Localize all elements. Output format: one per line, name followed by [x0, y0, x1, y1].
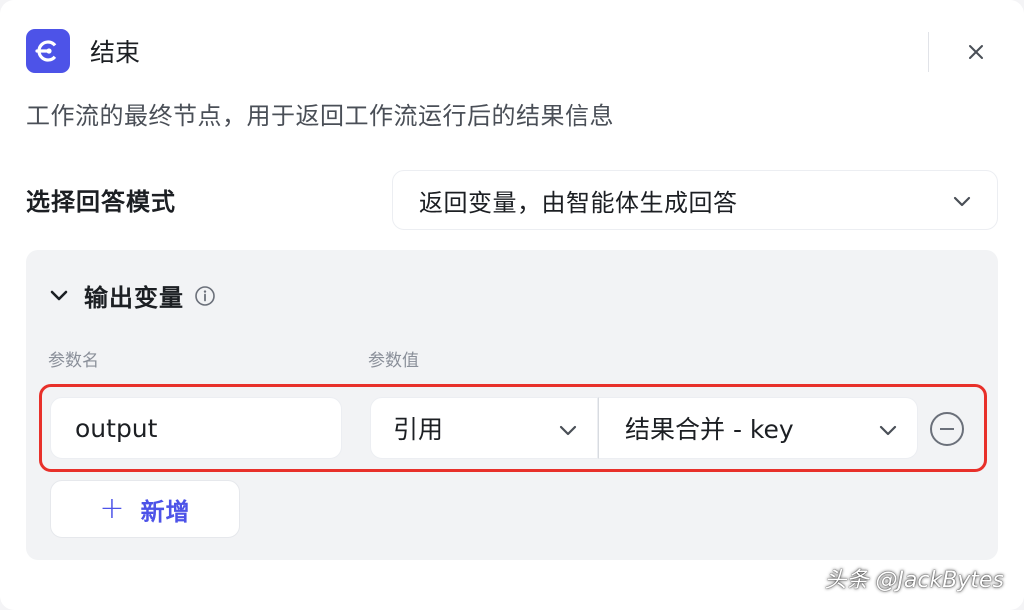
- param-name-input[interactable]: output: [50, 397, 342, 459]
- chevron-down-icon: [879, 425, 897, 436]
- header-divider: [928, 32, 929, 72]
- chevron-down-icon: [559, 425, 577, 436]
- chevron-down-icon: [50, 290, 68, 300]
- close-button[interactable]: [962, 38, 990, 66]
- answer-mode-select[interactable]: 返回变量，由智能体生成回答: [392, 170, 998, 230]
- column-header-name: 参数名: [48, 351, 99, 371]
- add-variable-button[interactable]: + 新增: [50, 480, 240, 538]
- answer-mode-value: 返回变量，由智能体生成回答: [419, 188, 738, 217]
- answer-mode-label: 选择回答模式: [26, 188, 176, 216]
- output-variables-section: 输出变量 参数名 参数值 output 引用 结果合并 - key + 新增: [26, 250, 998, 560]
- close-icon: [969, 45, 983, 59]
- collapse-toggle[interactable]: [48, 285, 70, 307]
- minus-circle-icon: [940, 428, 954, 430]
- plus-icon: +: [99, 491, 125, 526]
- add-variable-label: 新增: [140, 497, 191, 526]
- chevron-down-icon: [953, 196, 971, 207]
- watermark: 头条 @JackBytes: [824, 568, 1004, 593]
- panel-header: 结束: [26, 28, 996, 74]
- end-node-icon: [26, 29, 70, 73]
- column-header-value: 参数值: [368, 351, 419, 371]
- param-type-value: 引用: [393, 415, 444, 444]
- node-description: 工作流的最终节点，用于返回工作流运行后的结果信息: [26, 102, 614, 130]
- page-title: 结束: [90, 38, 141, 67]
- param-reference-select[interactable]: 结果合并 - key: [598, 397, 918, 459]
- param-type-select[interactable]: 引用: [370, 397, 598, 459]
- output-variables-title: 输出变量: [84, 284, 184, 312]
- info-icon[interactable]: [194, 285, 216, 307]
- remove-row-button[interactable]: [930, 412, 964, 446]
- end-node-panel: 结束 工作流的最终节点，用于返回工作流运行后的结果信息 选择回答模式 返回变量，…: [0, 0, 1024, 610]
- output-variables-header: 输出变量: [48, 278, 216, 313]
- param-reference-value: 结果合并 - key: [625, 415, 794, 444]
